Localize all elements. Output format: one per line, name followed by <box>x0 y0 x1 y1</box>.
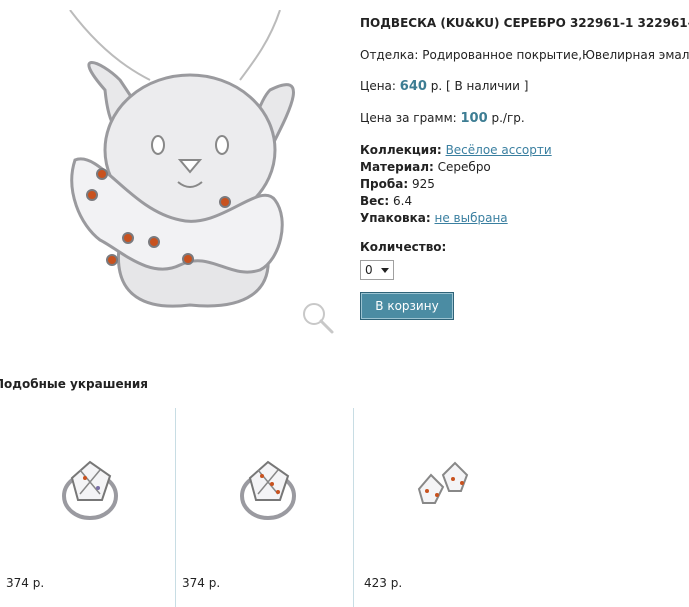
per-gram-unit: р./гр. <box>491 111 525 125</box>
add-to-cart-button[interactable]: В корзину <box>360 292 454 320</box>
quantity-value: 0 <box>365 263 373 277</box>
material-value: Серебро <box>437 160 491 174</box>
earrings-thumbnail[interactable] <box>409 453 489 533</box>
similar-item[interactable]: 374 р. <box>176 408 354 607</box>
quantity-label: Количество: <box>360 240 447 254</box>
quantity-select[interactable]: 0 <box>360 260 394 280</box>
magnifier-icon[interactable] <box>300 300 336 336</box>
assay-value: 925 <box>411 177 435 191</box>
packaging-row: Упаковка: не выбрана <box>360 211 685 226</box>
weight-row: Вес: 6.4 <box>360 194 685 209</box>
availability-status: [ В наличии ] <box>446 79 529 93</box>
similar-section-title: Подобные украшения <box>0 377 149 391</box>
weight-label: Вес: <box>360 194 390 208</box>
collection-link[interactable]: Весёлое ассорти <box>446 143 552 157</box>
price-line: Цена: 640 р. [ В наличии ] <box>360 79 685 94</box>
per-gram-line: Цена за грамм: 100 р./гр. <box>360 111 685 126</box>
product-title: ПОДВЕСКА (KU&KU) СЕРЕБРО 322961-1 322961… <box>360 16 689 30</box>
packaging-link[interactable]: не выбрана <box>435 211 508 225</box>
collection-label: Коллекция: <box>360 143 442 157</box>
collection-row: Коллекция: Весёлое ассорти <box>360 143 685 158</box>
weight-value: 6.4 <box>393 194 413 208</box>
product-properties: Коллекция: Весёлое ассорти Материал: Сер… <box>360 143 685 226</box>
price-currency: р. <box>430 79 443 93</box>
per-gram-value: 100 <box>460 111 488 126</box>
per-gram-label: Цена за грамм: <box>360 111 457 125</box>
finish-line: Отделка: Родированное покрытие,Ювелирная… <box>360 48 689 62</box>
product-info: ПОДВЕСКА (KU&KU) СЕРЕБРО 322961-1 322961… <box>360 16 689 280</box>
ring-thumbnail[interactable] <box>228 448 308 528</box>
price-label: Цена: <box>360 79 396 93</box>
material-row: Материал: Серебро <box>360 160 685 175</box>
price-value: 640 <box>399 79 427 94</box>
chevron-down-icon <box>381 268 389 273</box>
packaging-label: Упаковка: <box>360 211 431 225</box>
similar-item[interactable]: 374 р. <box>0 408 176 607</box>
product-main-image[interactable] <box>40 10 340 340</box>
similar-item-price: 374 р. <box>182 576 221 590</box>
assay-row: Проба: 925 <box>360 177 685 192</box>
similar-item[interactable]: 423 р. <box>354 408 554 607</box>
material-label: Материал: <box>360 160 434 174</box>
ring-thumbnail[interactable] <box>50 448 130 528</box>
assay-label: Проба: <box>360 177 409 191</box>
similar-item-price: 374 р. <box>6 576 45 590</box>
similar-item-price: 423 р. <box>364 576 403 590</box>
